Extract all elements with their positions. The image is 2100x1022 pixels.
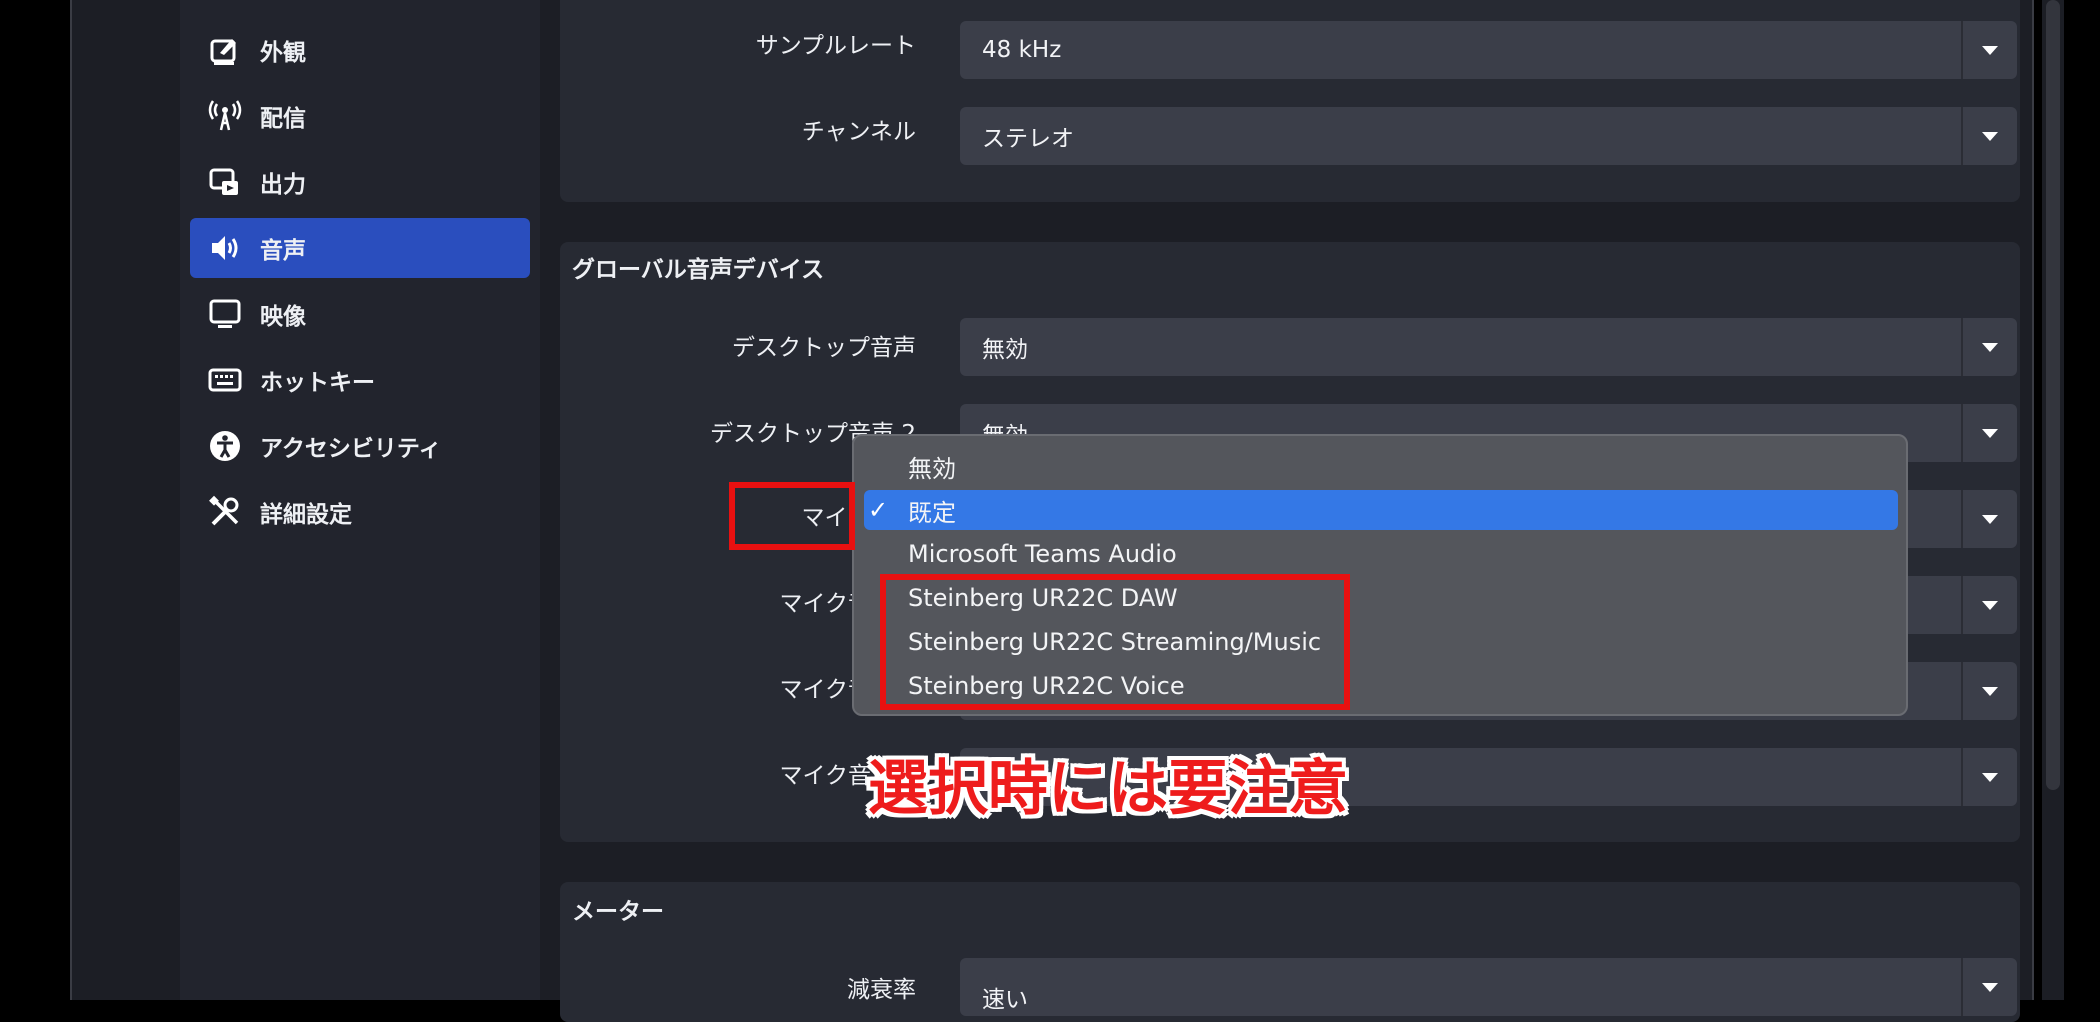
chevron-down-icon bbox=[1961, 404, 2017, 462]
accessibility-icon bbox=[208, 429, 242, 463]
section-title: メーター bbox=[572, 899, 664, 925]
section-title: グローバル音声デバイス bbox=[572, 257, 825, 283]
sidebar-item-video[interactable]: 映像 bbox=[190, 284, 530, 344]
chevron-down-icon bbox=[1961, 958, 2017, 1016]
chevron-down-icon bbox=[1961, 748, 2017, 806]
sidebar-item-label: 音声 bbox=[260, 238, 306, 264]
chevron-down-icon bbox=[1961, 576, 2017, 634]
decay-rate-select[interactable]: 速い bbox=[960, 958, 2017, 1016]
tools-icon bbox=[208, 495, 242, 529]
keyboard-icon bbox=[208, 363, 242, 397]
meters-panel: メーター 減衰率 速い bbox=[560, 882, 2020, 1022]
channels-label: チャンネル bbox=[801, 119, 916, 145]
sidebar-item-appearance[interactable]: 外観 bbox=[190, 20, 530, 80]
broadcast-icon bbox=[208, 99, 242, 133]
desktop-audio-label: デスクトップ音声 bbox=[732, 335, 916, 361]
highlight-box-mic-label bbox=[729, 482, 855, 550]
sidebar-item-audio[interactable]: 音声 bbox=[190, 218, 530, 278]
sidebar-item-hotkeys[interactable]: ホットキー bbox=[190, 350, 530, 410]
monitor-icon bbox=[208, 297, 242, 331]
sidebar-item-label: 外観 bbox=[260, 40, 306, 66]
desktop-audio-select[interactable]: 無効 bbox=[960, 318, 2017, 376]
speaker-icon bbox=[208, 231, 242, 265]
chevron-down-icon bbox=[1961, 490, 2017, 548]
sidebar-item-accessibility[interactable]: アクセシビリティ bbox=[190, 416, 530, 476]
sample-rate-select[interactable]: 48 kHz bbox=[960, 21, 2017, 79]
sidebar-item-label: ホットキー bbox=[260, 370, 375, 396]
decay-rate-label: 減衰率 bbox=[847, 977, 916, 1003]
sidebar-item-label: 配信 bbox=[260, 106, 306, 132]
channels-select[interactable]: ステレオ bbox=[960, 107, 2017, 165]
sidebar-item-label: 出力 bbox=[260, 172, 306, 198]
sidebar-item-label: 映像 bbox=[260, 304, 306, 330]
checkmark-icon: ✓ bbox=[868, 496, 889, 524]
scrollbar-thumb[interactable] bbox=[2046, 0, 2060, 790]
annotation-caption: 選択時には要注意 bbox=[868, 754, 1348, 824]
sidebar-item-advanced[interactable]: 詳細設定 bbox=[190, 482, 530, 542]
sidebar-item-label: 詳細設定 bbox=[260, 502, 352, 528]
chevron-down-icon bbox=[1961, 21, 2017, 79]
general-audio-panel: サンプルレート 48 kHz チャンネル ステレオ bbox=[560, 0, 2020, 202]
chevron-down-icon bbox=[1961, 318, 2017, 376]
dropdown-option[interactable]: 無効 bbox=[864, 446, 1898, 486]
appearance-icon bbox=[208, 33, 242, 67]
sidebar-item-label: アクセシビリティ bbox=[260, 436, 442, 462]
sample-rate-label: サンプルレート bbox=[755, 33, 916, 59]
dropdown-option-selected[interactable]: ✓ 既定 bbox=[864, 490, 1898, 530]
sidebar-item-broadcast[interactable]: 配信 bbox=[190, 86, 530, 146]
settings-sidebar: 外観 配信 出力 音声 映像 ホットキー アクセシビリティ 詳細設定 bbox=[180, 0, 540, 1000]
output-icon bbox=[208, 165, 242, 199]
highlight-box-steinberg-options bbox=[880, 574, 1350, 710]
chevron-down-icon bbox=[1961, 107, 2017, 165]
sidebar-item-output[interactable]: 出力 bbox=[190, 152, 530, 212]
chevron-down-icon bbox=[1961, 662, 2017, 720]
dropdown-option[interactable]: Microsoft Teams Audio bbox=[864, 534, 1898, 574]
